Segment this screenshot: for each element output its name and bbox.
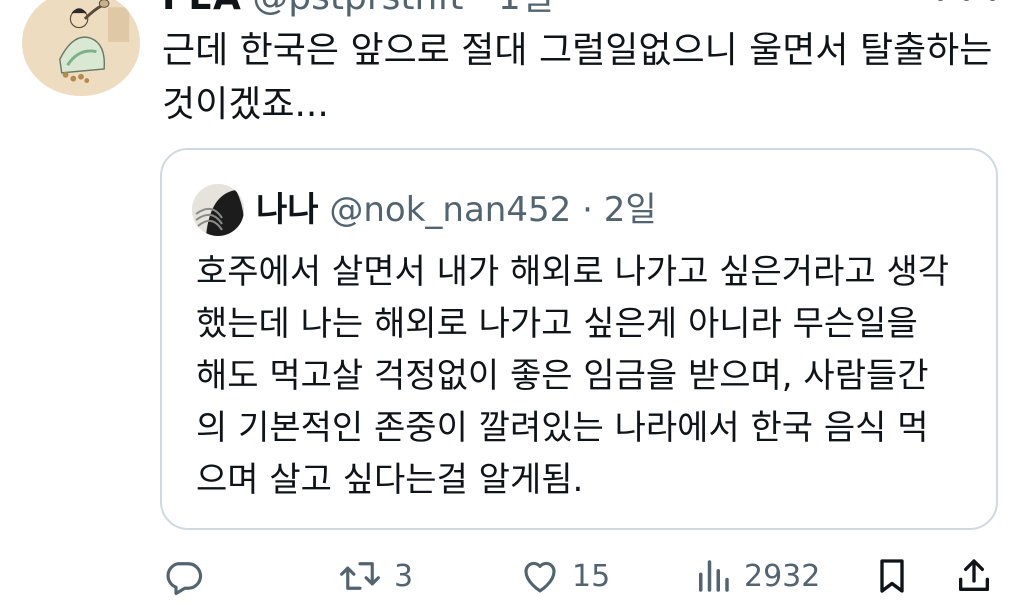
bookmark-button[interactable] <box>872 548 912 604</box>
tweet-text: 근데 한국은 앞으로 절대 그럴일없으니 울면서 탈출하는것이겠죠... <box>162 30 993 125</box>
share-button[interactable] <box>954 548 994 604</box>
reply-icon <box>166 562 203 596</box>
quoted-tweet[interactable]: 나나 @nok_nan452 · 2일 호주에서 살면서 내가 해외로 나가고 … <box>160 148 998 530</box>
quote-time: 2일 <box>603 190 657 230</box>
like-button[interactable]: 15 <box>518 548 610 604</box>
quote-header: 나나 @nok_nan452 · 2일 <box>256 188 657 232</box>
quote-text: 호주에서 살면서 내가 해외로 나가고 싶은거라고 생각했는데 나는 해외로 나… <box>196 252 950 500</box>
views-count: 2932 <box>744 558 821 594</box>
views-chart-icon <box>699 560 729 592</box>
tweet: PEA @pstprsthft · 1일 근데 한국은 앞으로 절대 그럴일없으… <box>0 0 1024 614</box>
author-name[interactable]: PEA <box>162 0 241 18</box>
like-count: 15 <box>572 558 611 594</box>
quote-author-name[interactable]: 나나 <box>256 190 319 230</box>
tweet-header: PEA @pstprsthft · 1일 <box>162 0 554 18</box>
views-button[interactable]: 2932 <box>692 548 820 604</box>
retweet-count: 3 <box>394 558 414 594</box>
retweet-icon <box>340 562 380 590</box>
action-bar: 3 15 2932 <box>0 548 1024 604</box>
tweet-time[interactable]: 1일 <box>498 0 554 18</box>
separator-dot: · <box>475 0 486 18</box>
retweet-button[interactable]: 3 <box>336 548 413 604</box>
hair-photo-icon <box>192 184 244 236</box>
author-handle[interactable]: @pstprsthft <box>252 0 463 18</box>
heart-icon <box>524 561 556 593</box>
scholar-illustration-icon <box>23 0 139 96</box>
reply-button[interactable] <box>162 548 204 604</box>
quote-separator-dot: · <box>582 190 593 230</box>
quote-author-avatar[interactable] <box>192 184 244 236</box>
more-options-icon[interactable] <box>930 0 1002 12</box>
quote-author-handle[interactable]: @nok_nan452 <box>329 190 571 230</box>
bookmark-icon <box>880 559 904 593</box>
share-icon <box>959 559 989 591</box>
author-avatar[interactable] <box>22 0 140 96</box>
